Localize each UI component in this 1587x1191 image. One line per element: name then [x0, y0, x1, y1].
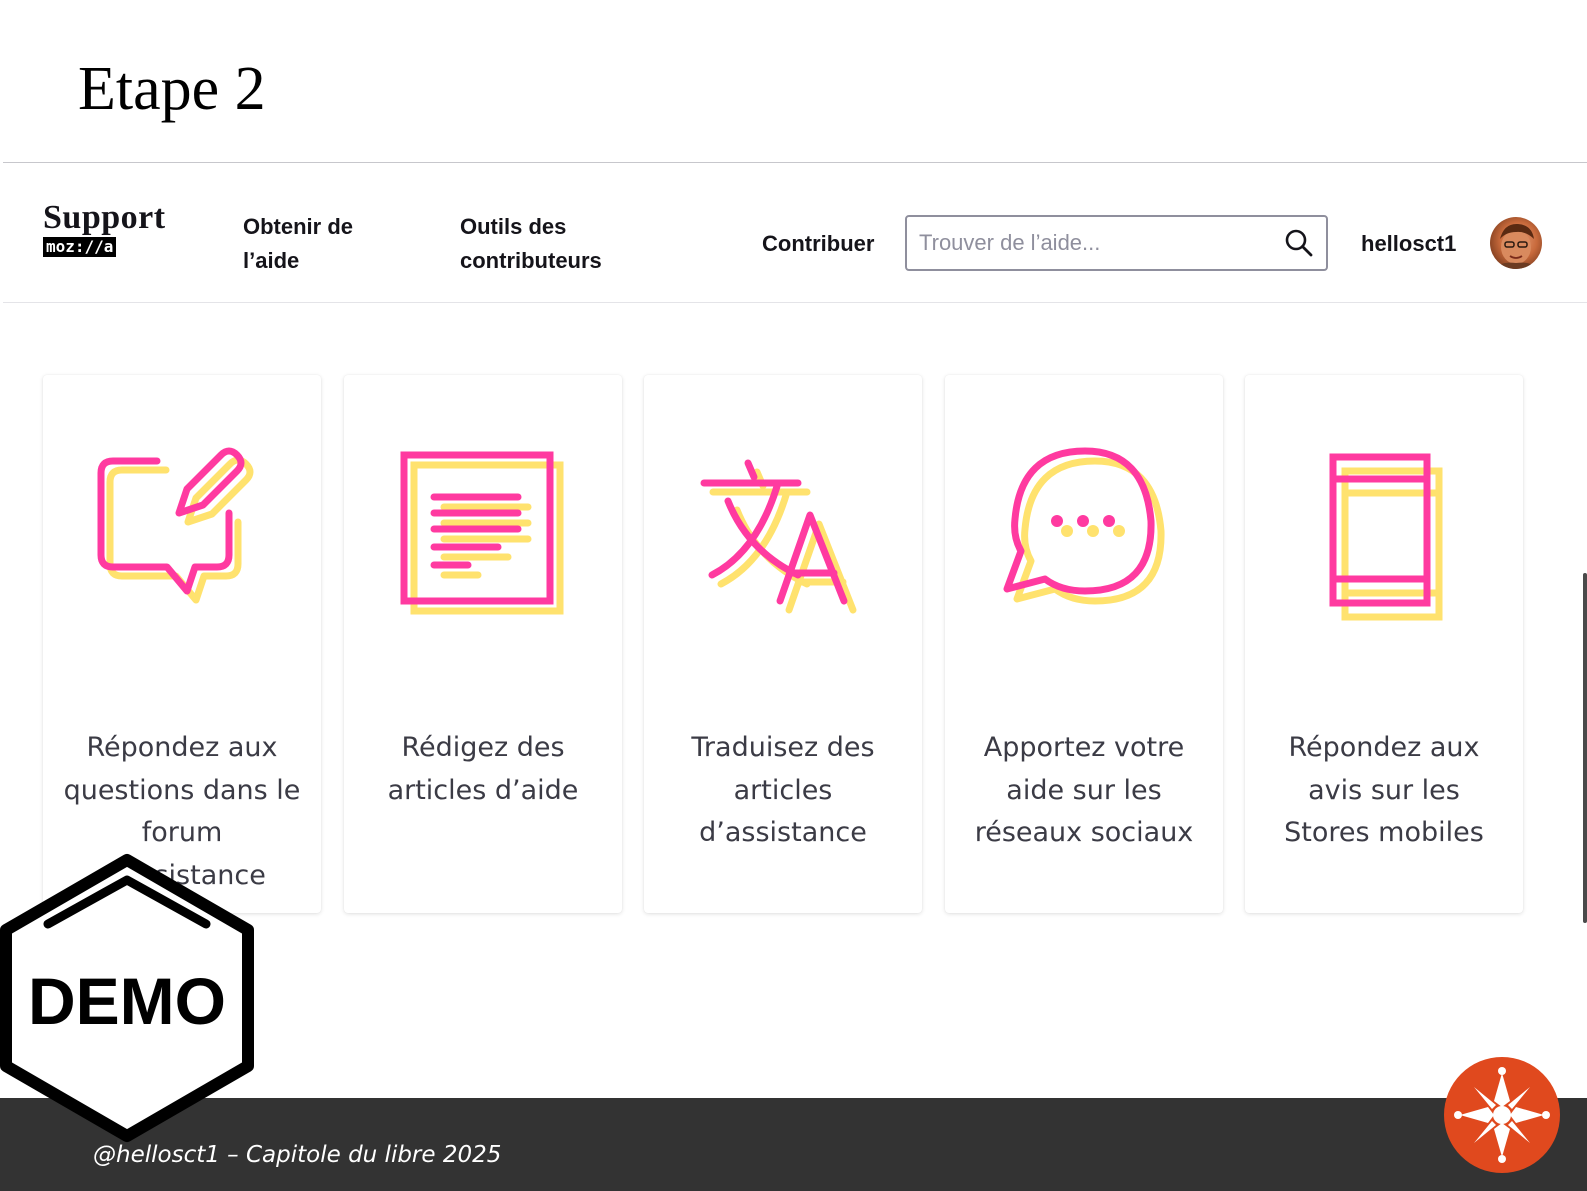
demo-badge: DEMO: [0, 854, 254, 1142]
slide-title: Etape 2: [78, 55, 266, 123]
slide-footer-text: @hellosct1 – Capitole du libre 2025: [93, 1142, 502, 1168]
speech-bubble-icon: [1003, 447, 1165, 605]
card-translate[interactable]: Traduisez des articles d’assistance: [644, 375, 922, 913]
logo-support-text: Support: [43, 199, 166, 236]
card-articles[interactable]: Rédigez des articles d’aide: [344, 375, 622, 913]
occitan-cross-logo: [1444, 1057, 1560, 1173]
support-mozilla-logo[interactable]: Support moz://a: [43, 201, 166, 257]
demo-badge-label: DEMO: [28, 964, 226, 1038]
card-label: Répondez aux avis sur les Stores mobiles: [1284, 732, 1484, 848]
document-icon: [400, 451, 564, 615]
page-scrollbar[interactable]: [1583, 573, 1587, 923]
mobile-phone-icon: [1329, 453, 1443, 621]
card-mobile-stores[interactable]: Répondez aux avis sur les Stores mobiles: [1245, 375, 1523, 913]
edit-chat-icon: [97, 447, 254, 604]
translate-icon: [700, 459, 857, 614]
card-label: Apportez votre aide sur les réseaux soci…: [974, 732, 1194, 848]
avatar[interactable]: [1490, 217, 1542, 269]
nav-outils-contributeurs[interactable]: Outils des contributeurs: [460, 210, 660, 278]
card-label: Rédigez des articles d’aide: [387, 732, 579, 806]
nav-contribuer[interactable]: Contribuer: [762, 227, 902, 261]
card-forum[interactable]: Répondez aux questions dans le forum d’a…: [43, 375, 321, 913]
username[interactable]: hellosct1: [1361, 227, 1456, 261]
nav-obtenir-aide[interactable]: Obtenir de l’aide: [243, 210, 393, 278]
search-input[interactable]: [919, 217, 1279, 268]
site-header: Support moz://a Obtenir de l’aide Outils…: [3, 163, 1587, 303]
card-social[interactable]: Apportez votre aide sur les réseaux soci…: [945, 375, 1223, 913]
search-icon[interactable]: [1284, 228, 1314, 258]
logo-mozilla-text: moz://a: [43, 237, 117, 257]
search-box: [905, 215, 1328, 271]
card-label: Traduisez des articles d’assistance: [691, 732, 875, 848]
